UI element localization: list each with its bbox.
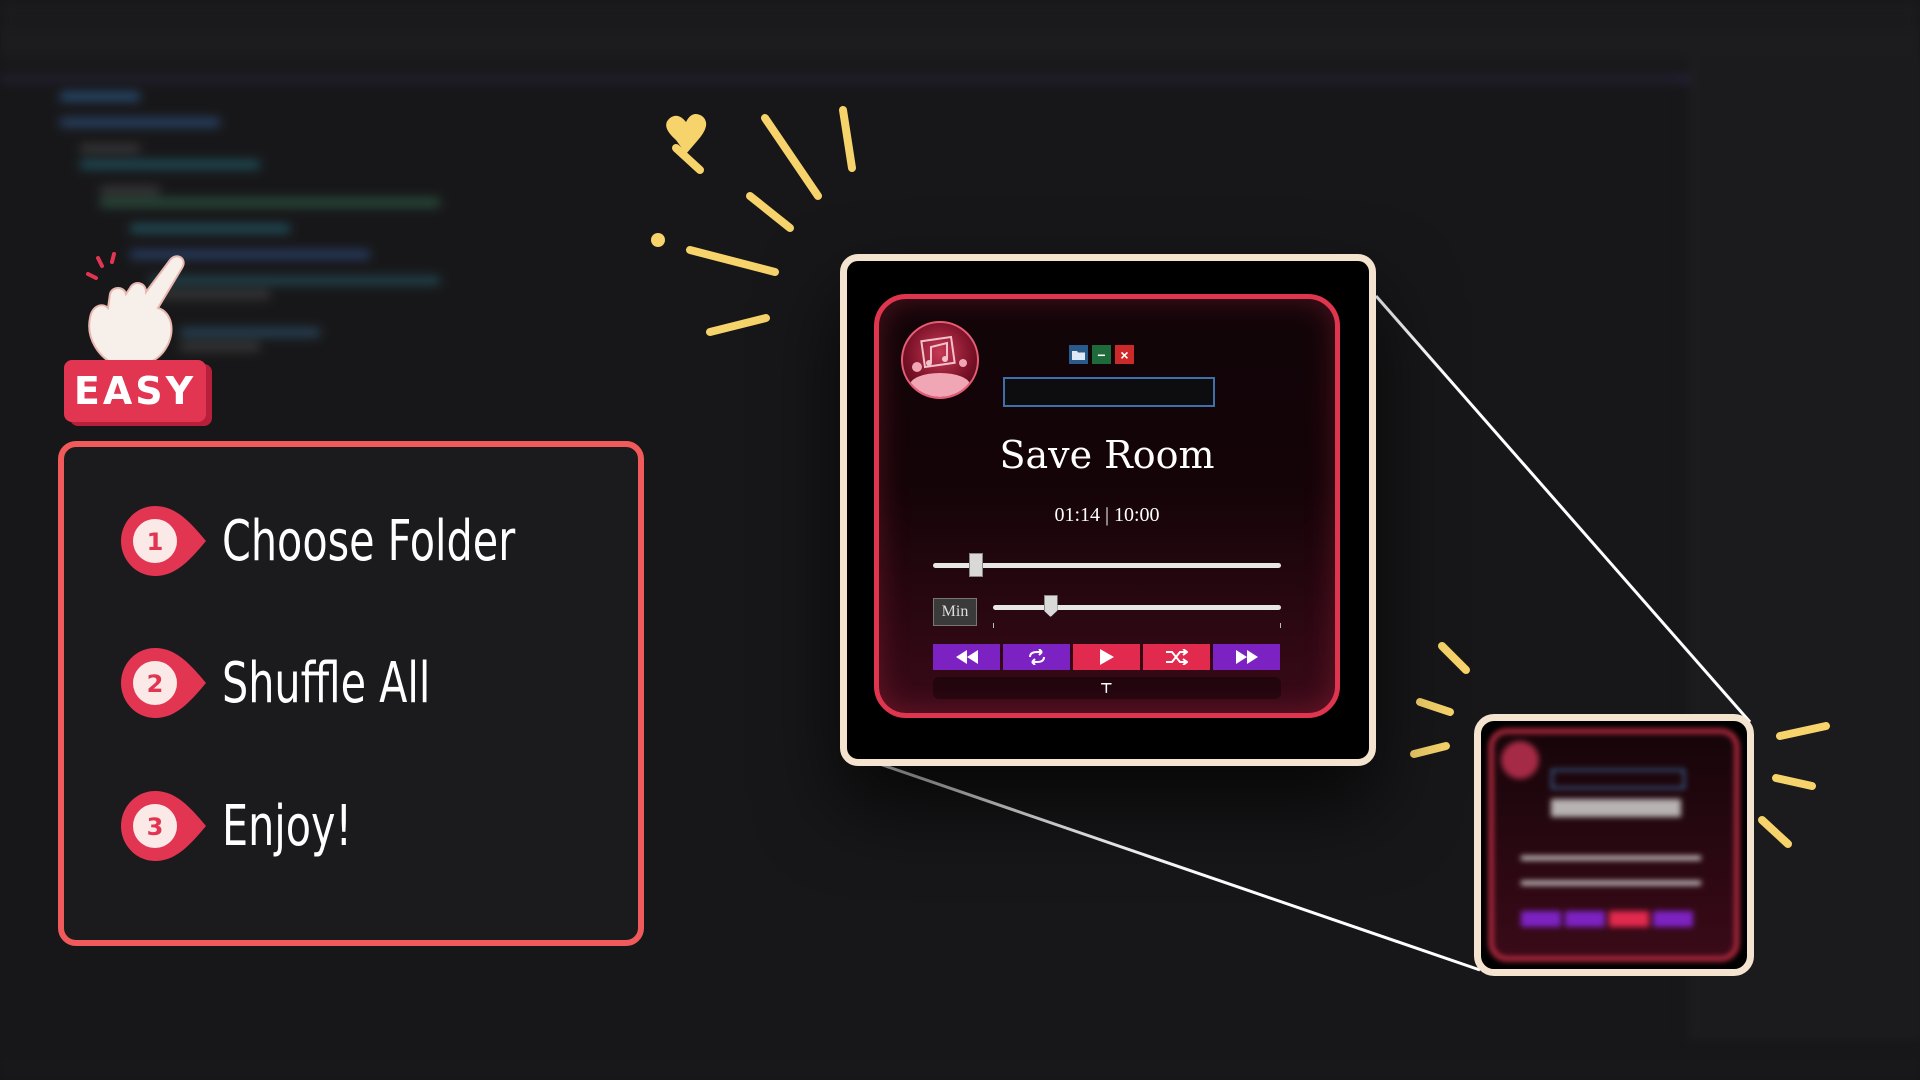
step-marker: 3 xyxy=(118,787,208,865)
volume-slider-thumb[interactable] xyxy=(1043,595,1058,617)
window-controls: − × xyxy=(1069,345,1134,364)
step-1: 1 Choose Folder xyxy=(118,502,580,580)
step-2: 2 Shuffle All xyxy=(118,644,476,722)
playback-controls xyxy=(933,644,1280,670)
rewind-icon xyxy=(955,650,978,664)
step-number: 1 xyxy=(146,528,164,556)
step-marker: 2 xyxy=(118,644,208,722)
drag-handle-icon[interactable]: ⊤ xyxy=(1100,681,1113,697)
play-icon xyxy=(1099,649,1114,665)
play-button[interactable] xyxy=(1073,644,1140,670)
step-number: 3 xyxy=(146,813,164,841)
minimize-button[interactable]: − xyxy=(1092,345,1111,364)
connector-line-bottom xyxy=(867,758,1481,972)
shuffle-icon xyxy=(1165,649,1188,665)
seek-slider-thumb[interactable] xyxy=(968,553,983,577)
volume-slider[interactable] xyxy=(993,595,1281,628)
minimize-mode-button[interactable]: Min xyxy=(933,598,977,626)
shuffle-button[interactable] xyxy=(1143,644,1210,670)
step-number: 2 xyxy=(146,670,164,698)
volume-tick xyxy=(1280,623,1281,628)
fast-forward-icon xyxy=(1235,650,1258,664)
steps-panel: 1 Choose Folder 2 Shuffle All 3 Enjoy! xyxy=(58,441,644,946)
step-label: Enjoy! xyxy=(222,793,353,859)
music-player-window: − × Save Room 01:14 | 10:00 Min ⊤ xyxy=(874,294,1340,718)
folder-icon xyxy=(1072,350,1085,360)
step-label: Shuffle All xyxy=(222,650,431,716)
step-3: 3 Enjoy! xyxy=(118,787,381,865)
step-marker: 1 xyxy=(118,502,208,580)
time-readout: 01:14 | 10:00 xyxy=(1054,504,1160,526)
song-title: Save Room xyxy=(999,433,1215,477)
player-zoom-frame: − × Save Room 01:14 | 10:00 Min ⊤ xyxy=(840,254,1376,766)
player-preview-thumbnail xyxy=(1474,714,1754,976)
preview-blurred-content xyxy=(1481,721,1747,969)
connector-line-top xyxy=(1374,295,1752,723)
pointing-hand-icon xyxy=(86,252,185,368)
folder-path-field[interactable] xyxy=(1003,377,1215,407)
repeat-icon xyxy=(1028,649,1045,665)
seek-slider[interactable] xyxy=(933,553,1281,577)
volume-tick xyxy=(993,623,994,628)
rewind-button[interactable] xyxy=(933,644,1000,670)
easy-badge: EASY xyxy=(64,360,206,422)
step-label: Choose Folder xyxy=(222,508,516,574)
folder-button[interactable] xyxy=(1069,345,1088,364)
fast-forward-button[interactable] xyxy=(1213,644,1280,670)
app-logo-icon xyxy=(901,321,979,399)
close-button[interactable]: × xyxy=(1115,345,1134,364)
repeat-button[interactable] xyxy=(1003,644,1070,670)
